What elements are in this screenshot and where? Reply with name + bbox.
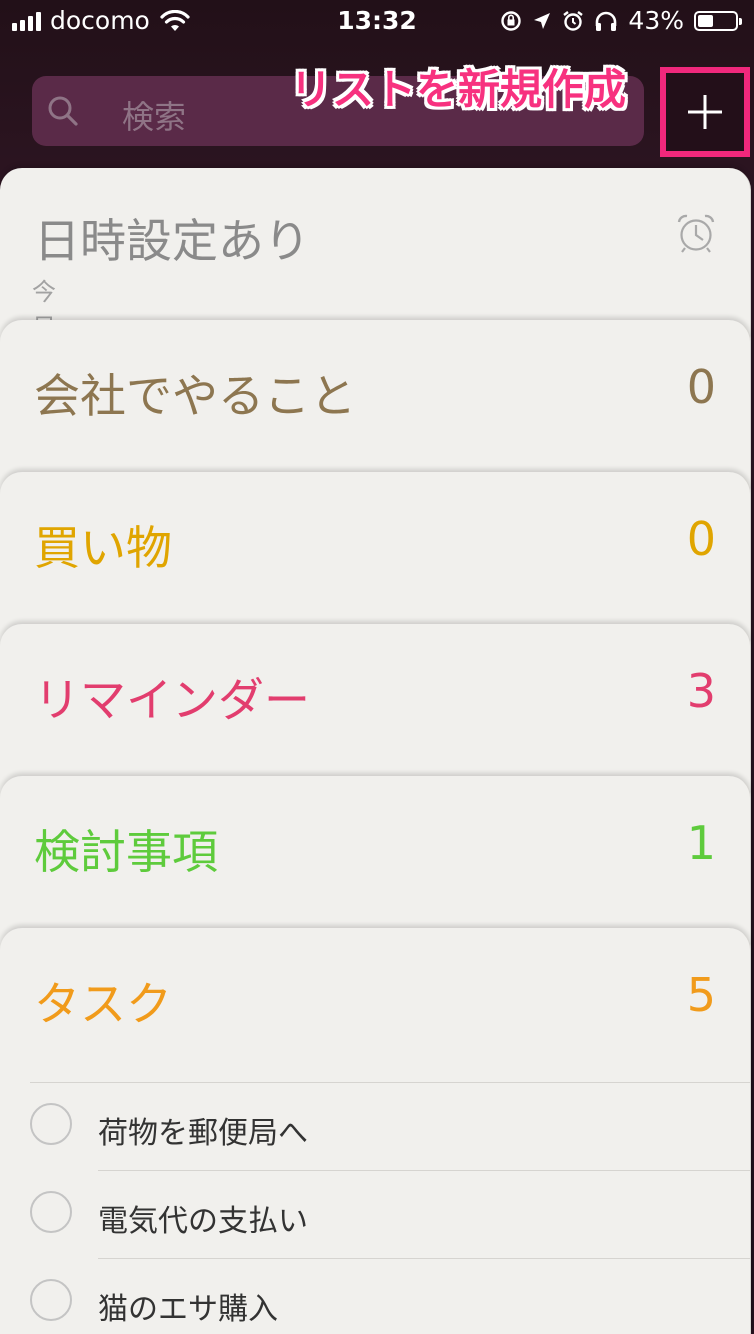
divider (98, 1258, 750, 1259)
list-name: タスク (34, 977, 172, 1031)
divider (30, 1082, 750, 1083)
task-row[interactable]: 猫のエサ購入 (0, 1258, 750, 1334)
divider (98, 1170, 750, 1171)
rotation-lock-icon (501, 10, 522, 31)
annotation-label: リストを新規作成 (290, 65, 627, 114)
alarm-clock-icon (677, 214, 715, 253)
location-icon (534, 12, 551, 29)
task-text: 電気代の支払い (98, 1204, 308, 1239)
list-name: 会社でやること (34, 369, 356, 423)
battery-percentage: 43% (628, 6, 684, 35)
task-checkbox[interactable] (30, 1279, 72, 1321)
status-bar: docomo 13:32 43% (0, 0, 754, 42)
headphones-icon (596, 11, 617, 31)
task-checkbox[interactable] (30, 1191, 72, 1233)
list-count: 0 (686, 512, 716, 566)
task-row[interactable]: 電気代の支払い (0, 1170, 750, 1258)
scheduled-title: 日時設定あり (34, 214, 310, 268)
task-row[interactable]: 荷物を郵便局へ (0, 1082, 750, 1170)
list-name: 検討事項 (34, 825, 218, 879)
task-checkbox[interactable] (30, 1103, 72, 1145)
add-list-button[interactable] (660, 67, 750, 157)
search-icon (48, 96, 78, 126)
task-list: 荷物を郵便局へ 電気代の支払い 猫のエサ購入 (0, 1082, 750, 1334)
plus-icon (688, 95, 722, 129)
list-count: 5 (686, 968, 716, 1022)
list-count: 0 (686, 360, 716, 414)
alarm-icon (563, 10, 584, 31)
list-name: リマインダー (34, 673, 310, 727)
search-placeholder: 検索 (122, 98, 187, 136)
list-count: 1 (686, 816, 716, 870)
list-name: 買い物 (34, 521, 172, 575)
battery-icon (694, 10, 742, 31)
task-text: 猫のエサ購入 (98, 1292, 278, 1327)
list-count: 3 (686, 664, 716, 718)
task-text: 荷物を郵便局へ (98, 1116, 308, 1151)
